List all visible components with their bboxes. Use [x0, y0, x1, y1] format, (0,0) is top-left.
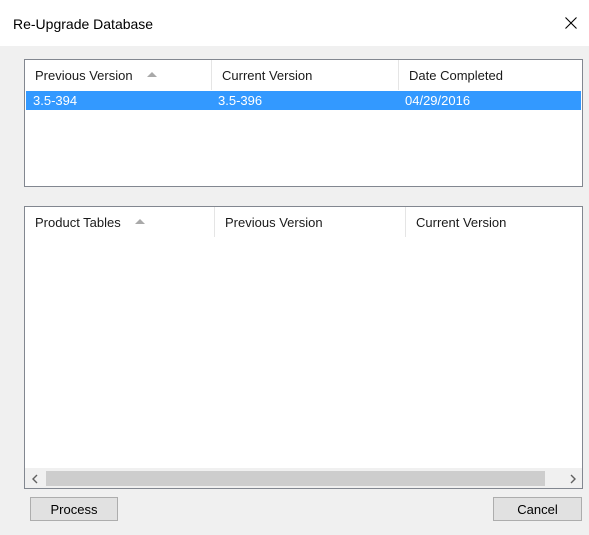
close-button[interactable] [553, 8, 589, 38]
column-header-previous-version[interactable]: Previous Version [25, 60, 212, 90]
column-header-label: Previous Version [35, 68, 133, 83]
scroll-right-button[interactable] [563, 469, 582, 488]
column-header-current-version[interactable]: Current Version [212, 60, 399, 90]
scroll-thumb[interactable] [46, 471, 545, 486]
product-tables-header: Product Tables Previous Version Current … [25, 207, 582, 237]
column-header-product-tables[interactable]: Product Tables [25, 207, 215, 237]
process-button[interactable]: Process [30, 497, 118, 521]
chevron-left-icon [31, 474, 37, 483]
upgrade-history-list[interactable]: Previous Version Current Version Date Co… [24, 59, 583, 187]
cell-current-version: 3.5-396 [218, 93, 263, 108]
scroll-left-button[interactable] [25, 469, 44, 488]
table-row[interactable]: 3.5-394 3.5-396 04/29/2016 [26, 91, 581, 110]
cancel-button[interactable]: Cancel [493, 497, 582, 521]
product-tables-list[interactable]: Product Tables Previous Version Current … [24, 206, 583, 489]
column-header-label: Current Version [222, 68, 313, 83]
close-icon [565, 17, 577, 29]
horizontal-scrollbar[interactable] [25, 468, 582, 488]
column-header-date-completed[interactable]: Date Completed [399, 60, 582, 90]
column-header-label: Date Completed [409, 68, 503, 83]
sort-ascending-icon [146, 72, 157, 77]
column-header-current-version[interactable]: Current Version [406, 207, 582, 237]
column-header-previous-version[interactable]: Previous Version [215, 207, 406, 237]
re-upgrade-dialog: Re-Upgrade Database Previous Version Cur… [0, 0, 589, 535]
dialog-title: Re-Upgrade Database [13, 16, 154, 32]
sort-ascending-icon [134, 219, 145, 224]
chevron-right-icon [570, 474, 576, 483]
title-bar: Re-Upgrade Database [0, 0, 589, 46]
column-header-label: Current Version [416, 215, 507, 230]
column-header-label: Product Tables [35, 215, 121, 230]
cell-date-completed: 04/29/2016 [405, 93, 471, 108]
column-header-label: Previous Version [225, 215, 323, 230]
cell-previous-version: 3.5-394 [33, 93, 78, 108]
upgrade-history-header: Previous Version Current Version Date Co… [25, 60, 582, 90]
